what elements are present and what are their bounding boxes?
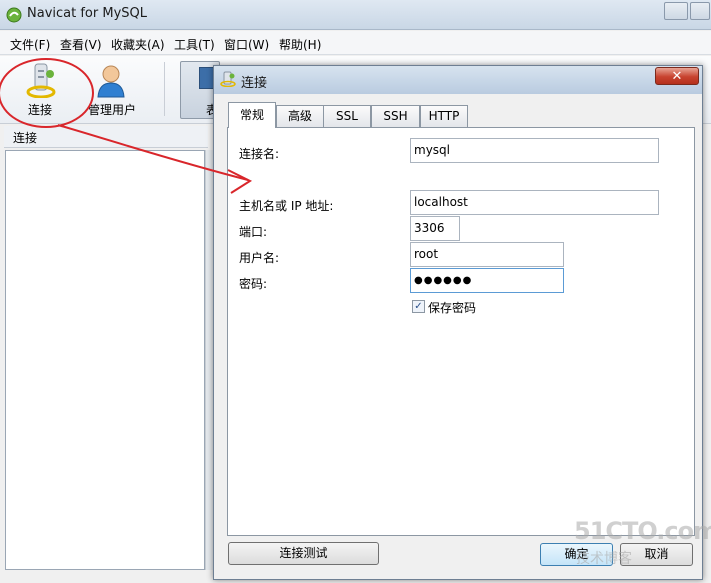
dialog-titlebar xyxy=(214,66,702,94)
panel-splitter[interactable] xyxy=(205,150,213,570)
menu-favorites[interactable]: 收藏夹(A) xyxy=(111,36,165,53)
dialog-title: 连接 xyxy=(241,76,268,91)
toolbar-separator xyxy=(164,62,165,116)
connection-list[interactable] xyxy=(5,150,205,570)
toolbar-manage-users-label: 管理用户 xyxy=(88,103,137,117)
username-label: 用户名: xyxy=(239,251,280,265)
tab-general[interactable]: 常规 xyxy=(228,102,276,128)
menu-window[interactable]: 窗口(W) xyxy=(224,36,269,53)
tab-panel-general xyxy=(227,127,695,536)
save-password-label: 保存密码 xyxy=(428,301,477,315)
password-label: 密码: xyxy=(239,277,268,291)
menu-tools[interactable]: 工具(T) xyxy=(174,36,215,53)
dialog-close-button[interactable]: ✕ xyxy=(655,67,699,85)
tab-advanced[interactable]: 高级 xyxy=(276,105,324,127)
password-input[interactable]: ●●●●●● xyxy=(410,268,564,293)
annotation-circle xyxy=(0,58,94,128)
test-connection-button[interactable]: 连接测试 xyxy=(228,542,379,565)
port-input[interactable]: 3306 xyxy=(410,216,460,241)
menu-help[interactable]: 帮助(H) xyxy=(279,36,321,53)
close-window-button[interactable] xyxy=(690,2,710,20)
watermark-logo: 51CTO.com xyxy=(574,517,711,545)
port-label: 端口: xyxy=(239,225,268,239)
dialog-connection-icon xyxy=(220,71,236,87)
tab-http[interactable]: HTTP xyxy=(420,105,468,127)
connection-name-label: 连接名: xyxy=(239,147,280,161)
connection-panel-title: 连接 xyxy=(13,131,38,145)
watermark-subtitle: 技术博客 xyxy=(576,551,632,567)
username-input[interactable]: root xyxy=(410,242,564,267)
window-title: Navicat for MySQL xyxy=(27,6,147,21)
host-input[interactable]: localhost xyxy=(410,190,659,215)
connection-name-input[interactable]: mysql xyxy=(410,138,659,163)
menu-file[interactable]: 文件(F) xyxy=(10,36,50,53)
save-password-checkbox[interactable]: ✓ xyxy=(412,300,425,313)
navicat-logo-icon xyxy=(6,7,22,23)
tab-ssh[interactable]: SSH xyxy=(371,105,420,127)
menu-view[interactable]: 查看(V) xyxy=(60,36,102,53)
host-label: 主机名或 IP 地址: xyxy=(239,199,334,213)
tab-ssl[interactable]: SSL xyxy=(323,105,371,127)
minimize-button[interactable] xyxy=(664,2,688,20)
user-icon[interactable] xyxy=(95,64,127,98)
menu-bar: 文件(F) 查看(V) 收藏夹(A) 工具(T) 窗口(W) 帮助(H) xyxy=(0,31,711,55)
